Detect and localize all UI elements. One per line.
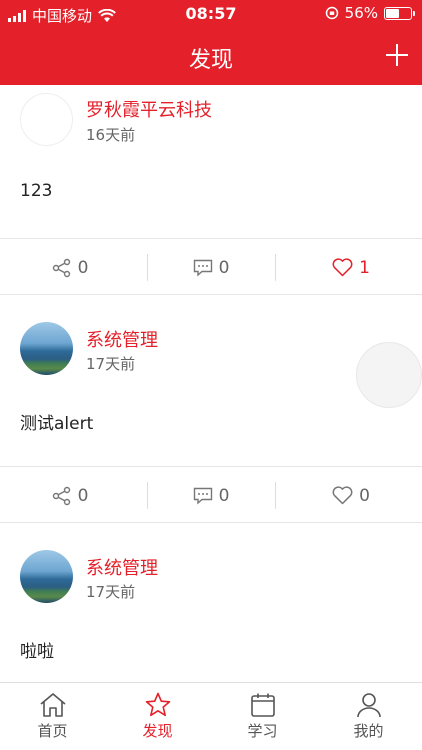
post-date: 16天前 xyxy=(86,126,136,144)
comment-icon xyxy=(193,487,212,505)
comment-button[interactable]: 0 xyxy=(141,467,281,524)
share-count: 0 xyxy=(77,257,89,278)
divider xyxy=(275,254,276,281)
post-card[interactable]: 系统管理 17天前 测试alert 0 0 0 xyxy=(0,296,422,524)
share-button[interactable]: 0 xyxy=(0,467,140,524)
like-count: 1 xyxy=(359,257,370,278)
battery-fill xyxy=(386,8,399,18)
floating-button[interactable] xyxy=(356,342,422,408)
tab-label: 学习 xyxy=(247,722,278,740)
tab-label: 首页 xyxy=(37,722,68,740)
post-actions: 0 0 1 xyxy=(0,238,422,295)
top-bar: 中国移动 08:57 56% 发现 xyxy=(0,0,422,85)
comment-count: 0 xyxy=(218,257,230,278)
tab-label: 我的 xyxy=(353,722,384,740)
avatar[interactable] xyxy=(20,550,73,603)
battery-label: 56% xyxy=(344,4,378,22)
post-content: 测试alert xyxy=(20,414,94,434)
post-date: 17天前 xyxy=(86,583,136,601)
post-content: 123 xyxy=(20,181,53,201)
user-icon xyxy=(356,693,381,718)
tab-mine[interactable]: 我的 xyxy=(316,683,421,750)
post-date: 17天前 xyxy=(86,355,136,373)
divider xyxy=(275,482,276,509)
star-icon xyxy=(145,692,170,717)
share-button[interactable]: 0 xyxy=(0,239,140,296)
tab-bar: 首页 发现 学习 我的 xyxy=(0,682,422,750)
share-count: 0 xyxy=(77,485,89,506)
avatar[interactable] xyxy=(20,93,73,146)
page-title: 发现 xyxy=(188,48,233,73)
share-icon xyxy=(52,258,70,277)
tab-discover[interactable]: 发现 xyxy=(105,683,210,750)
tab-label: 发现 xyxy=(142,722,173,740)
like-button[interactable]: 0 xyxy=(281,467,421,524)
post-card[interactable]: 系统管理 17天前 啦啦 xyxy=(0,524,422,682)
post-content: 啦啦 xyxy=(20,642,54,662)
post-author[interactable]: 系统管理 xyxy=(86,326,158,352)
like-count: 0 xyxy=(359,485,370,506)
post-author[interactable]: 罗秋霞平云科技 xyxy=(86,96,212,122)
comment-count: 0 xyxy=(218,485,230,506)
battery-icon xyxy=(384,6,415,20)
status-right: 56% xyxy=(325,4,415,22)
tab-study[interactable]: 学习 xyxy=(210,683,315,750)
orientation-lock-icon xyxy=(325,6,338,20)
comment-icon xyxy=(193,259,212,277)
post-actions: 0 0 0 xyxy=(0,466,422,523)
heart-icon xyxy=(332,258,353,277)
heart-icon xyxy=(332,486,353,505)
post-author[interactable]: 系统管理 xyxy=(86,554,158,580)
like-button[interactable]: 1 xyxy=(281,239,421,296)
post-card[interactable]: 罗秋霞平云科技 16天前 123 0 0 1 xyxy=(0,85,422,296)
tab-home[interactable]: 首页 xyxy=(0,683,105,750)
calendar-icon xyxy=(250,693,275,717)
home-icon xyxy=(39,693,66,717)
comment-button[interactable]: 0 xyxy=(141,239,281,296)
plus-icon[interactable] xyxy=(386,44,408,66)
status-bar: 中国移动 08:57 56% xyxy=(0,0,422,28)
share-icon xyxy=(52,486,70,505)
avatar[interactable] xyxy=(20,322,73,375)
